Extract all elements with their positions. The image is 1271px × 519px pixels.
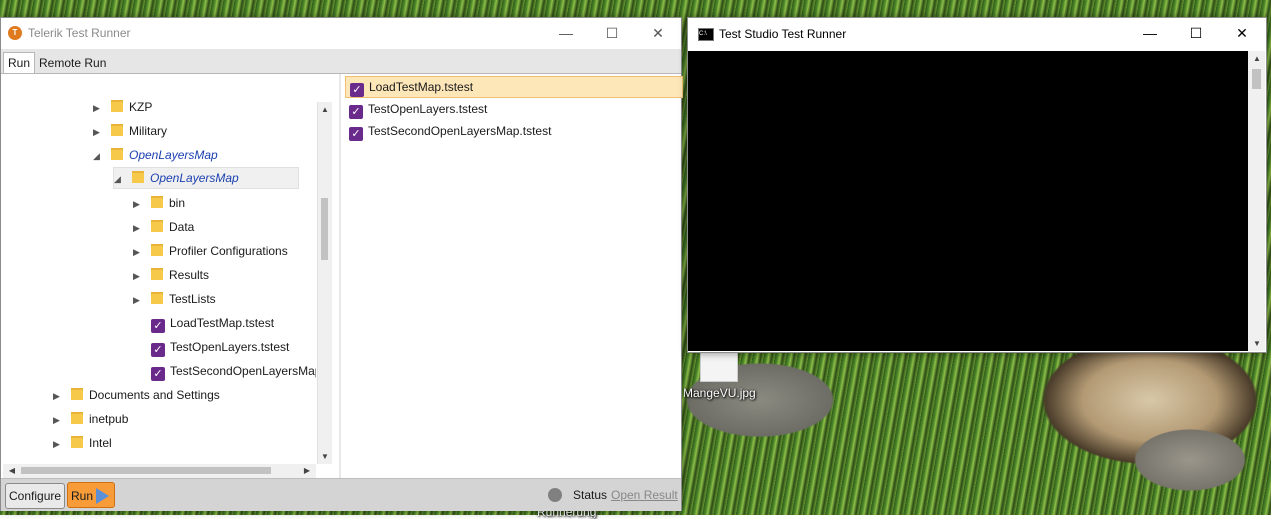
folder-icon bbox=[151, 196, 163, 208]
tree-vertical-scrollbar[interactable]: ▲ ▼ bbox=[317, 102, 332, 464]
scrollbar-thumb[interactable] bbox=[21, 467, 271, 474]
folder-icon bbox=[111, 124, 123, 136]
folder-icon bbox=[71, 412, 83, 424]
folder-icon bbox=[151, 268, 163, 280]
pane-splitter[interactable] bbox=[339, 74, 341, 478]
console-window: C:\ Test Studio Test Runner — ☐ ✕ ▲ ▼ bbox=[687, 17, 1267, 353]
telerik-app-icon: T bbox=[8, 26, 22, 40]
console-output[interactable] bbox=[688, 51, 1248, 351]
test-list-item[interactable]: ✓ TestSecondOpenLayersMap.tstest bbox=[345, 120, 681, 142]
play-icon bbox=[96, 488, 109, 504]
test-list-item[interactable]: ✓ TestOpenLayers.tstest bbox=[345, 98, 681, 120]
folder-icon bbox=[132, 171, 144, 183]
tree-item[interactable]: ▶ Intel bbox=[53, 432, 112, 454]
tstest-icon: ✓ bbox=[151, 343, 165, 357]
tab-run[interactable]: Run bbox=[3, 52, 36, 73]
tstest-icon: ✓ bbox=[350, 83, 364, 97]
tree-item[interactable]: ▶ inetpub bbox=[53, 408, 128, 430]
console-app-icon: C:\ bbox=[698, 28, 714, 41]
expand-arrow-icon[interactable]: ▶ bbox=[53, 409, 63, 431]
folder-tree: ▶ KZP ▶ Military ◢ OpenLayersMap ◢ OpenLayer… bbox=[3, 76, 316, 464]
tab-strip: Run Remote Run bbox=[1, 49, 681, 74]
tree-item[interactable]: ▶ TestLists bbox=[133, 288, 216, 310]
run-button[interactable]: Run bbox=[67, 482, 115, 508]
desktop-icon-label[interactable]: MangeVU.jpg bbox=[683, 386, 756, 400]
status-label: Status bbox=[573, 488, 608, 502]
expand-arrow-icon[interactable]: ▶ bbox=[133, 241, 143, 263]
tree-item-selected[interactable]: ◢ OpenLayersMap bbox=[113, 167, 299, 189]
folder-icon bbox=[151, 220, 163, 232]
expand-arrow-icon[interactable]: ▶ bbox=[93, 97, 103, 119]
expand-arrow-icon[interactable]: ▶ bbox=[53, 385, 63, 407]
minimize-button[interactable]: — bbox=[543, 18, 589, 48]
tstest-icon: ✓ bbox=[349, 127, 363, 141]
tstest-icon: ✓ bbox=[151, 367, 165, 381]
tree-horizontal-scrollbar[interactable]: ◀ ▶ bbox=[3, 464, 316, 478]
expand-arrow-icon[interactable]: ▶ bbox=[93, 121, 103, 143]
scrollbar-thumb[interactable] bbox=[321, 198, 328, 260]
maximize-button[interactable]: ☐ bbox=[589, 18, 635, 48]
tree-item[interactable]: ✓ TestOpenLayers.tstest bbox=[151, 336, 289, 358]
tree-item[interactable]: ▶ KZP bbox=[93, 96, 152, 118]
test-list: ✓ LoadTestMap.tstest ✓ TestOpenLayers.tste… bbox=[343, 76, 683, 476]
test-list-item-selected[interactable]: ✓ LoadTestMap.tstest bbox=[345, 76, 683, 98]
tree-item[interactable]: ✓ TestSecondOpenLayersMap bbox=[151, 360, 316, 382]
bottom-toolbar: Configure Run Status Open Result bbox=[1, 478, 681, 511]
tree-item[interactable]: ▶ bin bbox=[133, 192, 185, 214]
folder-icon bbox=[111, 100, 123, 112]
folder-icon bbox=[151, 292, 163, 304]
collapse-arrow-icon[interactable]: ◢ bbox=[93, 145, 103, 167]
maximize-button[interactable]: ☐ bbox=[1173, 18, 1219, 48]
scroll-up-icon[interactable]: ▲ bbox=[1250, 54, 1264, 63]
tab-remote-run[interactable]: Remote Run bbox=[35, 53, 110, 73]
scroll-down-icon[interactable]: ▼ bbox=[1250, 339, 1264, 348]
folder-icon bbox=[151, 244, 163, 256]
status-indicator-icon bbox=[548, 488, 562, 502]
close-button[interactable]: ✕ bbox=[1219, 18, 1265, 48]
expand-arrow-icon[interactable]: ▶ bbox=[133, 289, 143, 311]
folder-icon bbox=[71, 436, 83, 448]
tstest-icon: ✓ bbox=[151, 319, 165, 333]
tree-item[interactable]: ✓ LoadTestMap.tstest bbox=[151, 312, 274, 334]
window-title: Telerik Test Runner bbox=[28, 26, 131, 40]
scroll-right-icon[interactable]: ▶ bbox=[300, 466, 314, 475]
title-bar[interactable]: T Telerik Test Runner — ☐ ✕ bbox=[1, 18, 681, 48]
close-button[interactable]: ✕ bbox=[635, 18, 681, 48]
configure-button[interactable]: Configure bbox=[5, 483, 66, 509]
tree-item[interactable]: ▶ Documents and Settings bbox=[53, 384, 220, 406]
tstest-icon: ✓ bbox=[349, 105, 363, 119]
tree-item[interactable]: ◢ OpenLayersMap bbox=[93, 144, 218, 166]
scroll-left-icon[interactable]: ◀ bbox=[5, 466, 19, 475]
tree-item[interactable]: ▶ Results bbox=[133, 264, 209, 286]
collapse-arrow-icon[interactable]: ◢ bbox=[114, 169, 124, 189]
expand-arrow-icon[interactable]: ▶ bbox=[133, 193, 143, 215]
folder-icon bbox=[71, 388, 83, 400]
console-window-title: Test Studio Test Runner bbox=[719, 27, 847, 41]
tree-item[interactable]: ▶ Profiler Configurations bbox=[133, 240, 288, 262]
expand-arrow-icon[interactable]: ▶ bbox=[133, 217, 143, 239]
expand-arrow-icon[interactable]: ▶ bbox=[133, 265, 143, 287]
scrollbar-thumb[interactable] bbox=[1252, 69, 1261, 89]
open-result-link[interactable]: Open Result bbox=[611, 488, 678, 502]
console-title-bar[interactable]: C:\ Test Studio Test Runner — ☐ ✕ bbox=[688, 18, 1266, 48]
image-file-icon[interactable] bbox=[700, 352, 738, 382]
scroll-up-icon[interactable]: ▲ bbox=[318, 105, 332, 114]
console-vertical-scrollbar[interactable]: ▲ ▼ bbox=[1248, 51, 1265, 351]
tree-item[interactable]: ▶ Data bbox=[133, 216, 194, 238]
minimize-button[interactable]: — bbox=[1127, 18, 1173, 48]
test-runner-window: T Telerik Test Runner — ☐ ✕ Run Remote R… bbox=[0, 17, 683, 511]
expand-arrow-icon[interactable]: ▶ bbox=[53, 433, 63, 455]
scroll-down-icon[interactable]: ▼ bbox=[318, 452, 332, 461]
folder-icon bbox=[111, 148, 123, 160]
tree-item[interactable]: ▶ Military bbox=[93, 120, 167, 142]
